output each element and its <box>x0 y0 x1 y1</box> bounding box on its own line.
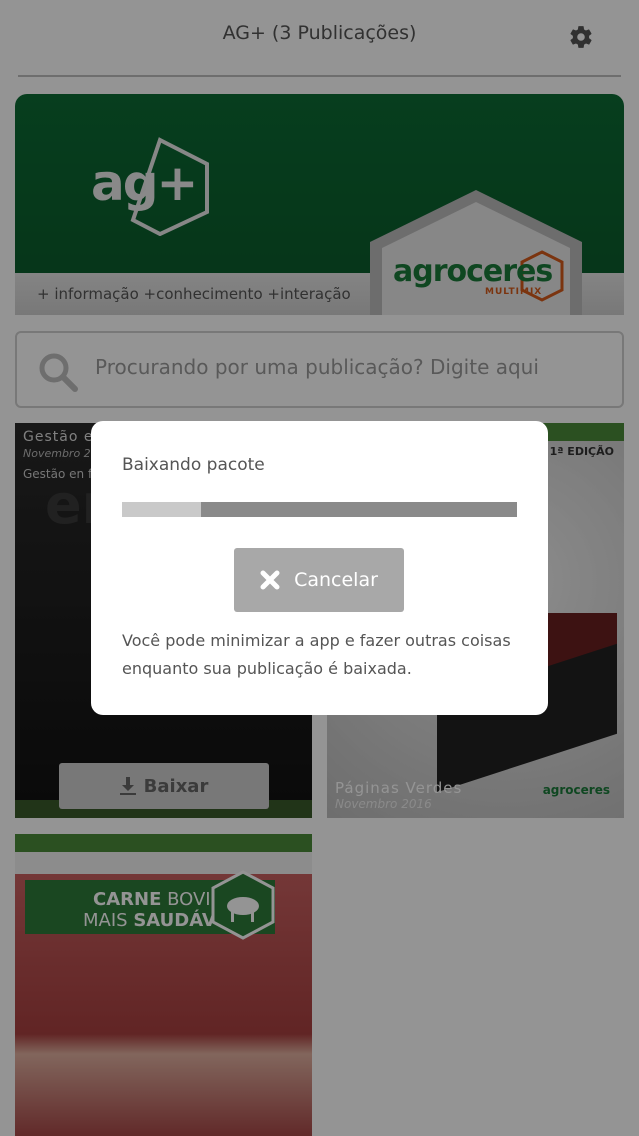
dialog-title: Baixando pacote <box>122 455 265 475</box>
download-progress-fill <box>122 502 201 517</box>
download-progress-bar <box>122 502 517 517</box>
close-icon <box>260 570 280 590</box>
download-dialog: Baixando pacote Cancelar Você pode minim… <box>91 421 548 715</box>
dialog-message: Você pode minimizar a app e fazer outras… <box>122 631 511 678</box>
cancel-label: Cancelar <box>294 569 378 591</box>
cancel-button[interactable]: Cancelar <box>234 548 404 612</box>
